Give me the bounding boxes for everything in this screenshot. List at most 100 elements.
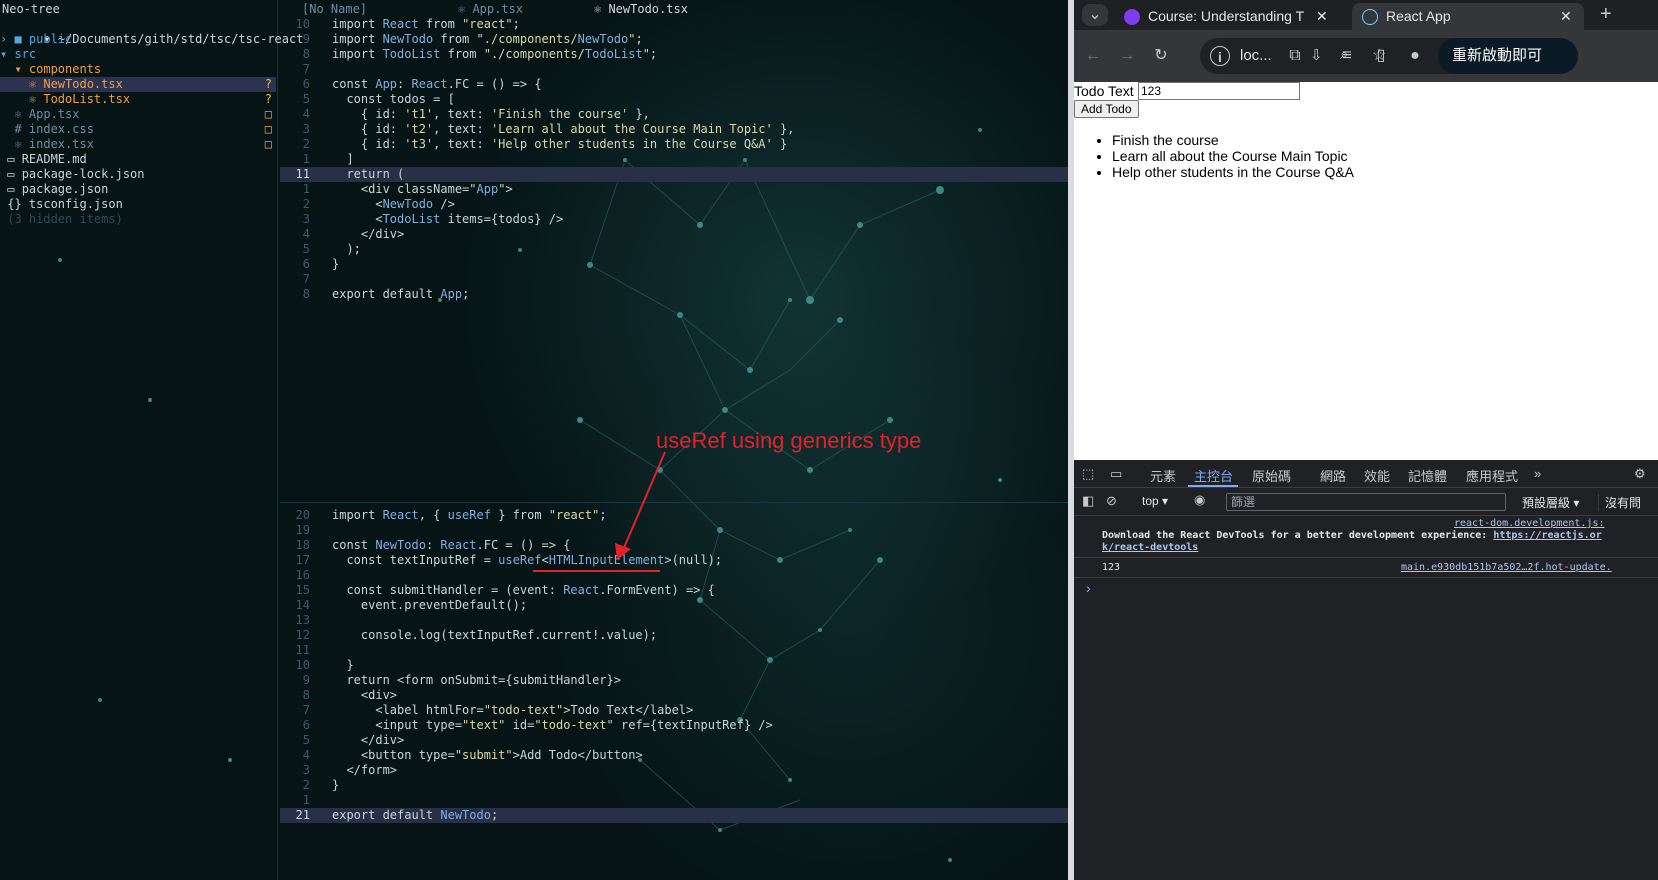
code-line[interactable]: 11 bbox=[280, 643, 1068, 658]
code-line[interactable]: 6 const App: React.FC = () => { bbox=[280, 77, 1068, 92]
code-line[interactable]: 3 </form> bbox=[280, 763, 1068, 778]
code-line[interactable]: 12 console.log(textInputRef.current!.val… bbox=[280, 628, 1068, 643]
browser-tab-react-app[interactable]: React App ✕ bbox=[1352, 3, 1584, 30]
message-source-link[interactable]: main.e930db151b7a502…2f.hot-update. bbox=[1401, 562, 1612, 573]
browser-tab-course[interactable]: Course: Understanding T ✕ bbox=[1114, 3, 1340, 30]
tab-network[interactable]: 網路 bbox=[1320, 466, 1346, 485]
clear-console-icon[interactable]: ⊘ bbox=[1106, 493, 1117, 509]
code-line[interactable]: 21 export default NewTodo; bbox=[280, 808, 1068, 823]
code-line[interactable]: 3 { id: 't2', text: 'Learn all about the… bbox=[280, 122, 1068, 137]
devtools-link[interactable]: https://reactjs.or bbox=[1493, 530, 1601, 541]
neo-tree-item[interactable]: # index.css □ bbox=[0, 122, 276, 137]
neo-tree-item[interactable]: {} tsconfig.json bbox=[0, 197, 276, 212]
side-panel-icon[interactable]: ▯ bbox=[1370, 45, 1392, 67]
code-line[interactable]: 7 bbox=[280, 272, 1068, 287]
code-line[interactable]: 8 <div> bbox=[280, 688, 1068, 703]
neo-tree-root[interactable]: ▾ ~/Documents/gith/std/tsc/tsc-react bbox=[0, 17, 303, 46]
tab-newtodo-tsx[interactable]: ⚛ NewTodo.tsx bbox=[594, 2, 688, 17]
code-line[interactable]: 13 bbox=[280, 613, 1068, 628]
tab-memory[interactable]: 記憶體 bbox=[1408, 466, 1447, 485]
tab-search-button[interactable]: ⌄ bbox=[1082, 4, 1108, 26]
neo-tree-item[interactable]: ⚛ index.tsx □ bbox=[0, 137, 276, 152]
close-tab-icon[interactable]: ✕ bbox=[1560, 3, 1572, 30]
code-line[interactable]: 16 bbox=[280, 568, 1068, 583]
code-line[interactable]: 7 <label htmlFor="todo-text">Todo Text</… bbox=[280, 703, 1068, 718]
code-line[interactable]: 8 import TodoList from "./components/Todo… bbox=[280, 47, 1068, 62]
code-line[interactable]: 1 <div className="App"> bbox=[280, 182, 1068, 197]
site-info-icon[interactable]: i bbox=[1210, 46, 1230, 66]
neo-tree-item[interactable]: › ■ public bbox=[0, 32, 276, 47]
context-select[interactable]: top ▾ bbox=[1142, 494, 1168, 508]
todo-text-input[interactable] bbox=[1138, 82, 1300, 100]
code-line[interactable]: 10 } bbox=[280, 658, 1068, 673]
code-line[interactable]: 6 <input type="text" id="todo-text" ref=… bbox=[280, 718, 1068, 733]
code-line[interactable]: 4 </div> bbox=[280, 227, 1068, 242]
code-line[interactable]: 7 bbox=[280, 62, 1068, 77]
message-source-link[interactable]: react-dom.development.js: bbox=[1454, 518, 1605, 529]
media-icon[interactable]: ≡ bbox=[1336, 45, 1358, 67]
tab-sources[interactable]: 原始碼 bbox=[1252, 466, 1291, 485]
code-line[interactable]: 11 return ( bbox=[280, 167, 1068, 182]
code-line[interactable]: 2 { id: 't3', text: 'Help other students… bbox=[280, 137, 1068, 152]
inspect-element-icon[interactable]: ⬚ bbox=[1082, 466, 1094, 482]
restart-update-button[interactable]: 重新啟動即可 bbox=[1438, 38, 1578, 74]
code-line[interactable]: 8 export default App; bbox=[280, 287, 1068, 302]
neo-tree-item[interactable]: ▭ README.md bbox=[0, 152, 276, 167]
sidebar-toggle-icon[interactable]: ◧ bbox=[1082, 493, 1094, 509]
new-tab-button[interactable]: + bbox=[1600, 3, 1612, 26]
devtools-link-continued[interactable]: k/react-devtools bbox=[1102, 542, 1198, 553]
code-line[interactable]: 19 bbox=[280, 523, 1068, 538]
code-line[interactable]: 14 event.preventDefault(); bbox=[280, 598, 1068, 613]
tab-console[interactable]: 主控台 bbox=[1194, 466, 1233, 485]
tab-application[interactable]: 應用程式 bbox=[1466, 466, 1518, 485]
back-icon[interactable]: ← bbox=[1082, 45, 1104, 67]
code-line[interactable]: 10 import React from "react"; bbox=[280, 17, 1068, 32]
device-toolbar-icon[interactable]: ▭ bbox=[1110, 466, 1122, 482]
settings-gear-icon[interactable]: ⚙ bbox=[1634, 466, 1646, 482]
code-line[interactable]: 4 <button type="submit">Add Todo</button… bbox=[280, 748, 1068, 763]
console-prompt[interactable]: › bbox=[1086, 580, 1091, 596]
live-expression-eye-icon[interactable]: ◉ bbox=[1194, 492, 1205, 508]
code-pane-app[interactable]: 10 import React from "react"; 9 import NewT… bbox=[280, 17, 1068, 497]
code-line[interactable]: 1 ] bbox=[280, 152, 1068, 167]
forward-icon[interactable]: → bbox=[1116, 45, 1138, 67]
code-line[interactable]: 5 const todos = [ bbox=[280, 92, 1068, 107]
close-tab-icon[interactable]: ✕ bbox=[1316, 3, 1328, 30]
code-line[interactable]: 5 </div> bbox=[280, 733, 1068, 748]
code-line[interactable]: 4 { id: 't1', text: 'Finish the course' … bbox=[280, 107, 1068, 122]
code-line[interactable]: 18 const NewTodo: React.FC = () => { bbox=[280, 538, 1068, 553]
extensions-icon[interactable]: ⧉ bbox=[1284, 45, 1306, 67]
code-line[interactable]: 6} bbox=[280, 257, 1068, 272]
code-line[interactable]: 15 const submitHandler = (event: React.F… bbox=[280, 583, 1068, 598]
reload-icon[interactable]: ↻ bbox=[1150, 45, 1172, 67]
code-line[interactable]: 5 ); bbox=[280, 242, 1068, 257]
profile-avatar[interactable]: ● bbox=[1404, 45, 1426, 67]
code-line[interactable]: 17 const textInputRef = useRef<HTMLInput… bbox=[280, 553, 1068, 568]
console-filter-input[interactable]: 篩選 bbox=[1226, 493, 1506, 511]
neo-tree-item[interactable]: ⚛ TodoList.tsx? bbox=[0, 92, 276, 107]
tab-no-name[interactable]: [No Name] bbox=[302, 2, 367, 17]
tab-app-tsx[interactable]: ⚛ App.tsx bbox=[458, 2, 523, 17]
code-line[interactable]: 2 <NewTodo /> bbox=[280, 197, 1068, 212]
log-level-select[interactable]: 預設層級 ▾ bbox=[1522, 494, 1579, 511]
neo-tree-item[interactable]: ⚛ NewTodo.tsx? bbox=[0, 77, 276, 92]
neo-tree-item[interactable]: ⚛ App.tsx □ bbox=[0, 107, 276, 122]
code-line[interactable]: 9 import NewTodo from "./components/NewTo… bbox=[280, 32, 1068, 47]
code-line[interactable]: 9 return <form onSubmit={submitHandler}> bbox=[280, 673, 1068, 688]
install-app-icon[interactable]: ⇩ bbox=[1310, 46, 1323, 64]
code-line[interactable]: 3 <TodoList items={todos} /> bbox=[280, 212, 1068, 227]
tab-performance[interactable]: 效能 bbox=[1364, 466, 1390, 485]
tab-elements[interactable]: 元素 bbox=[1150, 466, 1176, 485]
code-pane-newtodo[interactable]: 20 import React, { useRef } from "react";… bbox=[280, 508, 1068, 848]
neo-tree-item[interactable]: ▾ components bbox=[0, 62, 276, 77]
code-line[interactable]: 20 import React, { useRef } from "react"; bbox=[280, 508, 1068, 523]
code-line[interactable]: 1 bbox=[280, 793, 1068, 808]
add-todo-button[interactable]: Add Todo bbox=[1074, 100, 1139, 118]
more-tabs-icon[interactable]: » bbox=[1534, 466, 1541, 481]
neo-tree-item[interactable]: ▭ package-lock.json bbox=[0, 167, 276, 182]
neo-tree-item[interactable]: ▭ package.json bbox=[0, 182, 276, 197]
neo-tree-item[interactable]: ▾ src bbox=[0, 47, 276, 62]
issues-counter[interactable]: 沒有問 bbox=[1598, 494, 1641, 511]
code-line[interactable]: 2} bbox=[280, 778, 1068, 793]
neo-tree-item[interactable]: (3 hidden items) bbox=[0, 212, 276, 227]
